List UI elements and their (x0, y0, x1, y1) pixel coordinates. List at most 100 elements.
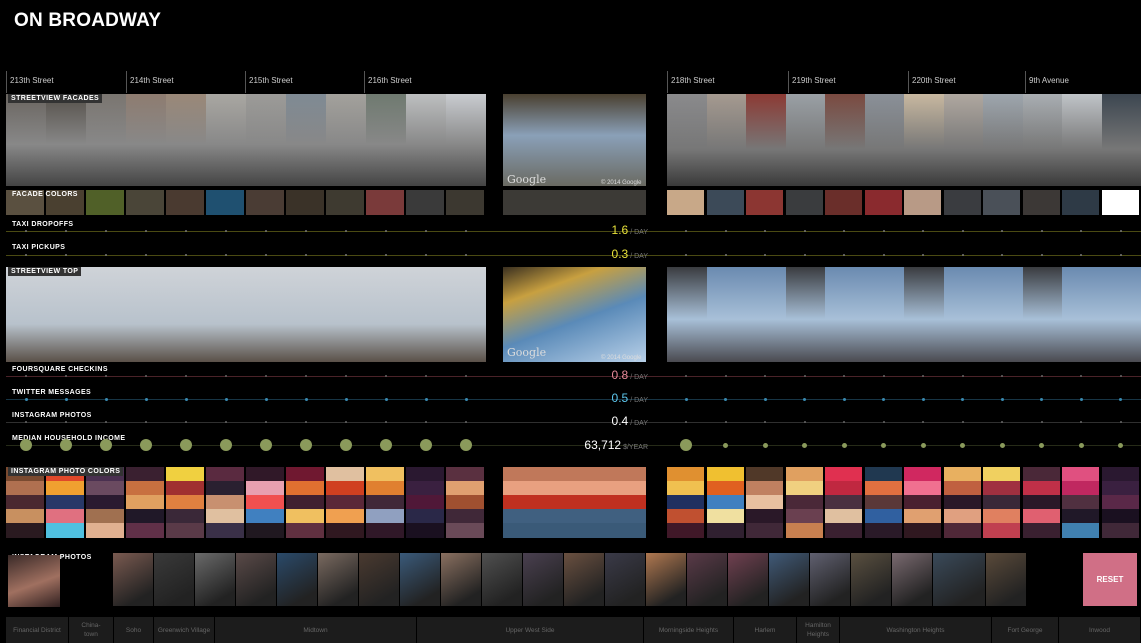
streetview-top-thumbnail[interactable] (166, 267, 206, 362)
instagram-photo[interactable] (318, 553, 358, 606)
streetview-top-thumbnail[interactable] (825, 267, 865, 362)
nav-item-greenwich-village[interactable]: Greenwich Village (154, 617, 215, 643)
facade-thumbnail[interactable] (943, 94, 984, 186)
income-dot (841, 442, 847, 448)
streetview-top-thumbnail[interactable] (1022, 267, 1063, 362)
instagram-photo[interactable] (359, 553, 399, 606)
color-swatch (206, 495, 244, 510)
facade-thumbnail[interactable] (667, 94, 707, 186)
facade-thumbnail[interactable] (1101, 94, 1141, 186)
streetview-top-thumbnail[interactable] (1062, 267, 1102, 362)
nav-item-morningside-heights[interactable]: Morningside Heights (644, 617, 734, 643)
facade-thumbnail[interactable] (166, 94, 206, 186)
nav-item-hamilton-heights[interactable]: Hamilton Heights (797, 617, 840, 643)
facade-thumbnail[interactable] (286, 94, 326, 186)
streetview-top-thumbnail[interactable] (246, 267, 286, 362)
facade-thumbnail[interactable] (746, 94, 786, 186)
streetview-top-thumbnail[interactable] (943, 267, 984, 362)
facade-thumbnail[interactable] (983, 94, 1023, 186)
instagram-photo[interactable] (482, 553, 522, 606)
instagram-photo[interactable] (933, 553, 985, 606)
streetview-top-thumbnail[interactable] (904, 267, 944, 362)
nav-item-financial-district[interactable]: Financial District (6, 617, 69, 643)
nav-item-fort-george[interactable]: Fort George (992, 617, 1059, 643)
color-swatch (126, 523, 164, 538)
facade-thumbnail[interactable] (1062, 94, 1102, 186)
facade-thumbnail[interactable] (785, 94, 826, 186)
color-swatch (126, 495, 164, 510)
streetview-top-thumbnail[interactable] (326, 267, 366, 362)
facade-thumbnail[interactable] (86, 94, 126, 186)
streetview-top-thumbnail[interactable] (983, 267, 1023, 362)
color-swatch (667, 190, 704, 215)
streetview-top-thumbnail[interactable] (86, 267, 126, 362)
streetview-top-thumbnail[interactable] (6, 267, 46, 362)
instagram-photo[interactable] (441, 553, 481, 606)
street-divider (908, 71, 909, 93)
color-swatch (1022, 467, 1060, 482)
streetview-top-thumbnail[interactable] (785, 267, 826, 362)
instagram-photo[interactable] (892, 553, 932, 606)
metric-dot (105, 375, 107, 377)
instagram-photo[interactable] (236, 553, 276, 606)
instagram-photo[interactable] (8, 555, 60, 607)
metric-dot (305, 254, 307, 256)
facade-thumbnail[interactable] (326, 94, 366, 186)
metric-dot (184, 397, 188, 401)
facade-thumbnail[interactable] (6, 94, 46, 186)
streetview-top-thumbnail[interactable] (366, 267, 406, 362)
metric-dot (224, 397, 228, 401)
instagram-photo[interactable] (769, 553, 809, 606)
instagram-photo[interactable] (605, 553, 645, 606)
instagram-photo[interactable] (400, 553, 440, 606)
streetview-top-thumbnail[interactable] (1101, 267, 1141, 362)
color-swatch (1101, 509, 1139, 524)
streetview-top-thumbnail[interactable] (46, 267, 86, 362)
facade-thumbnail[interactable] (246, 94, 286, 186)
nav-item-inwood[interactable]: Inwood (1059, 617, 1141, 643)
instagram-photo[interactable] (277, 553, 317, 606)
streetview-top-thumbnail[interactable] (126, 267, 166, 362)
streetview-top-thumbnail[interactable] (864, 267, 905, 362)
instagram-photo[interactable] (728, 553, 768, 606)
reset-button[interactable]: RESET (1083, 553, 1137, 606)
facade-thumbnail[interactable] (126, 94, 166, 186)
income-value: 63,712 $/YEAR (560, 438, 648, 452)
instagram-photo[interactable] (986, 553, 1026, 606)
instagram-photo[interactable] (810, 553, 850, 606)
nav-item-midtown[interactable]: Midtown (215, 617, 417, 643)
facade-thumbnail[interactable] (904, 94, 944, 186)
facade-thumbnail[interactable] (366, 94, 406, 186)
facade-thumbnail[interactable] (864, 94, 905, 186)
facade-thumbnail[interactable] (46, 94, 86, 186)
instagram-photo[interactable] (113, 553, 153, 606)
metric-dot (385, 421, 387, 423)
instagram-photo[interactable] (564, 553, 604, 606)
nav-item-washington-heights[interactable]: Washington Heights (840, 617, 992, 643)
streetview-top-thumbnail[interactable] (667, 267, 707, 362)
facade-thumbnail[interactable] (825, 94, 865, 186)
streetview-top-thumbnail[interactable] (206, 267, 246, 362)
instagram-photo[interactable] (523, 553, 563, 606)
instagram-photo[interactable] (646, 553, 686, 606)
facade-thumbnail[interactable] (406, 94, 446, 186)
streetview-top-thumbnail[interactable] (746, 267, 786, 362)
instagram-photo[interactable] (195, 553, 235, 606)
streetview-top-thumbnail[interactable] (406, 267, 446, 362)
streetview-top-thumbnail[interactable] (286, 267, 326, 362)
facade-thumbnail[interactable] (206, 94, 246, 186)
google-logo: Google (507, 173, 547, 186)
instagram-photo[interactable] (851, 553, 891, 606)
facade-thumbnail[interactable] (446, 94, 486, 186)
nav-item-chinatown[interactable]: China- town (69, 617, 114, 643)
streetview-top-thumbnail[interactable] (446, 267, 486, 362)
facade-thumbnail[interactable] (706, 94, 747, 186)
nav-item-upper-west-side[interactable]: Upper West Side (417, 617, 644, 643)
color-swatch (286, 509, 324, 524)
nav-item-soho[interactable]: Soho (114, 617, 154, 643)
instagram-photo[interactable] (687, 553, 727, 606)
facade-thumbnail[interactable] (1022, 94, 1063, 186)
streetview-top-thumbnail[interactable] (706, 267, 747, 362)
instagram-photo[interactable] (154, 553, 194, 606)
nav-item-harlem[interactable]: Harlem (734, 617, 797, 643)
